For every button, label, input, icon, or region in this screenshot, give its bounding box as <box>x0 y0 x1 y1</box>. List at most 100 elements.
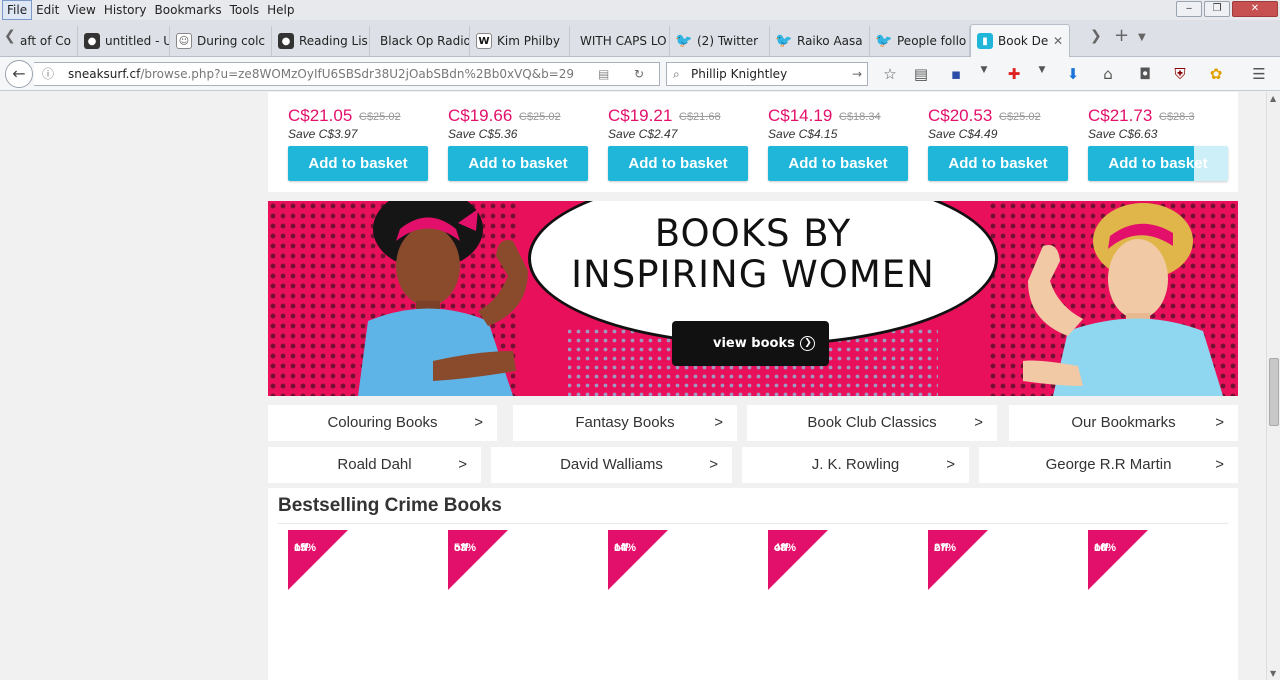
save-dropdown-icon[interactable]: ▼ <box>974 65 994 75</box>
discount-badge: 14% off <box>608 530 668 590</box>
discount-badge: 16% off <box>1088 530 1148 590</box>
tab-strip: ❮ aft of Co ● untitled - U ☺ During colc… <box>0 20 1280 57</box>
tab-label: Raiko Aasa <box>797 34 863 48</box>
tab-7[interactable]: 🐦 (2) Twitter <box>670 26 770 56</box>
category-label: Roald Dahl <box>337 456 412 473</box>
reload-icon[interactable]: ↻ <box>634 63 644 85</box>
tab-label: Kim Philby <box>497 34 560 48</box>
add-to-basket-button[interactable]: Add to basket <box>288 146 428 181</box>
category-book-club-classics[interactable]: Book Club Classics > <box>747 405 997 441</box>
product-price: C$19.21 <box>608 106 673 125</box>
home-icon[interactable]: ⌂ <box>1098 65 1118 83</box>
product-price: C$21.05 <box>288 106 353 125</box>
category-label: George R.R Martin <box>1045 456 1172 473</box>
add-to-basket-button[interactable]: Add to basket <box>448 146 588 181</box>
bookmarks-library-icon[interactable]: ▤ <box>911 65 931 83</box>
close-tab-icon[interactable]: ✕ <box>1053 34 1063 48</box>
hamburger-menu-icon[interactable]: ☰ <box>1249 65 1269 83</box>
tab-list-icon[interactable]: ▼ <box>1138 32 1146 43</box>
back-button[interactable]: ← <box>5 60 33 88</box>
tab-scroll-right-icon[interactable]: ❯ <box>1090 28 1102 44</box>
ublock-icon[interactable]: ⛨ <box>1170 65 1190 83</box>
view-books-label: view books <box>713 336 795 351</box>
category-david-walliams[interactable]: David Walliams > <box>491 447 732 483</box>
product-old-price: C$25.02 <box>519 111 561 123</box>
tab-1[interactable]: ● untitled - U <box>78 26 170 56</box>
addon-dropdown-icon[interactable]: ▼ <box>1032 65 1052 75</box>
discount-badge: 53% off <box>448 530 508 590</box>
chevron-right-icon: > <box>1215 414 1224 431</box>
menu-help[interactable]: Help <box>263 0 298 20</box>
page-scrollbar[interactable]: ▲ ▼ <box>1266 92 1280 680</box>
chevron-right-icon: > <box>946 456 955 473</box>
save-icon[interactable]: ▪ <box>946 65 966 83</box>
info-icon[interactable]: ⓘ <box>42 63 54 85</box>
tab-9[interactable]: 🐦 People follo <box>870 26 970 56</box>
tab-label: Black Op Radio <box>380 34 470 48</box>
search-go-icon[interactable]: → <box>852 63 862 85</box>
tab-label: untitled - U <box>105 34 170 48</box>
category-label: Our Bookmarks <box>1071 414 1176 431</box>
view-books-button[interactable]: view books ❯ <box>672 321 829 366</box>
bookmark-star-icon[interactable]: ☆ <box>880 65 900 83</box>
url-host: sneaksurf.cf <box>68 67 141 81</box>
category-george-rr-martin[interactable]: George R.R Martin > <box>979 447 1238 483</box>
tab-4[interactable]: Black Op Radio <box>370 26 470 56</box>
menu-history[interactable]: History <box>100 0 151 20</box>
tab-6[interactable]: WITH CAPS LO <box>570 26 670 56</box>
discount-badge: 27% off <box>928 530 988 590</box>
url-bar[interactable]: ⓘ sneaksurf.cf/browse.php?u=ze8WOMzOyIfU… <box>34 62 660 86</box>
product-old-price: C$18.34 <box>839 111 881 123</box>
menu-bookmarks[interactable]: Bookmarks <box>151 0 226 20</box>
scroll-up-icon[interactable]: ▲ <box>1270 94 1276 103</box>
add-to-basket-button[interactable]: Add to basket <box>768 146 908 181</box>
tab-3[interactable]: ● Reading Lis <box>272 26 370 56</box>
add-to-basket-button[interactable]: Add to basket <box>608 146 748 181</box>
tab-label: WITH CAPS LO <box>580 34 667 48</box>
category-colouring-books[interactable]: Colouring Books > <box>268 405 497 441</box>
product-old-price: C$21.68 <box>679 111 721 123</box>
category-jk-rowling[interactable]: J. K. Rowling > <box>742 447 969 483</box>
reader-view-icon[interactable]: ▤ <box>598 63 609 85</box>
search-bar[interactable]: ⌕ Phillip Knightley → <box>666 62 868 86</box>
book-favicon-icon: ▮ <box>977 33 993 49</box>
menu-edit[interactable]: Edit <box>32 0 63 20</box>
menu-view[interactable]: View <box>63 0 99 20</box>
tab-active[interactable]: ▮ Book De ✕ <box>970 24 1070 57</box>
section-title: Bestselling Crime Books <box>278 495 502 516</box>
inspiring-women-banner[interactable]: BOOKS BY INSPIRING WOMEN view books ❯ <box>268 201 1238 396</box>
category-fantasy-books[interactable]: Fantasy Books > <box>513 405 737 441</box>
menu-tools[interactable]: Tools <box>226 0 264 20</box>
url-text: sneaksurf.cf/browse.php?u=ze8WOMzOyIfU6S… <box>68 63 574 85</box>
page-content: C$21.05 C$25.02 Save C$3.97 Add to baske… <box>0 92 1266 680</box>
product-strip: C$21.05 C$25.02 Save C$3.97 Add to baske… <box>268 92 1238 192</box>
product-savings: Save C$4.49 <box>928 127 998 141</box>
color-addon-icon[interactable]: ✿ <box>1206 65 1226 83</box>
new-tab-icon[interactable]: + <box>1114 25 1129 46</box>
tab-0[interactable]: aft of Co <box>14 26 78 56</box>
tab-2[interactable]: ☺ During colc <box>170 26 272 56</box>
scrollbar-thumb[interactable] <box>1269 358 1279 426</box>
chevron-right-icon: > <box>474 414 483 431</box>
tab-label: aft of Co <box>20 34 71 48</box>
addon-cross-icon[interactable]: ✚ <box>1004 65 1024 83</box>
maximize-button[interactable]: ❐ <box>1204 1 1230 17</box>
category-our-bookmarks[interactable]: Our Bookmarks > <box>1009 405 1238 441</box>
tab-5[interactable]: W Kim Philby <box>470 26 570 56</box>
search-icon: ⌕ <box>673 67 680 81</box>
category-roald-dahl[interactable]: Roald Dahl > <box>268 447 481 483</box>
search-input[interactable]: Phillip Knightley <box>691 63 787 85</box>
banner-title-line1: BOOKS BY <box>654 212 852 255</box>
minimize-button[interactable]: ‒ <box>1176 1 1202 17</box>
close-window-button[interactable]: ✕ <box>1232 1 1278 17</box>
scroll-down-icon[interactable]: ▼ <box>1270 669 1276 678</box>
navigation-bar: ← ⓘ sneaksurf.cf/browse.php?u=ze8WOMzOyI… <box>0 57 1280 91</box>
menu-bar: File Edit View History Bookmarks Tools H… <box>0 0 1280 20</box>
menu-file[interactable]: File <box>2 0 33 20</box>
category-label: Book Club Classics <box>807 414 937 431</box>
downloads-icon[interactable]: ⬇ <box>1063 65 1083 83</box>
tab-8[interactable]: 🐦 Raiko Aasa <box>770 26 870 56</box>
tab-label: During colc <box>197 34 266 48</box>
pocket-icon[interactable]: ◘ <box>1135 65 1155 83</box>
add-to-basket-button[interactable]: Add to basket <box>928 146 1068 181</box>
